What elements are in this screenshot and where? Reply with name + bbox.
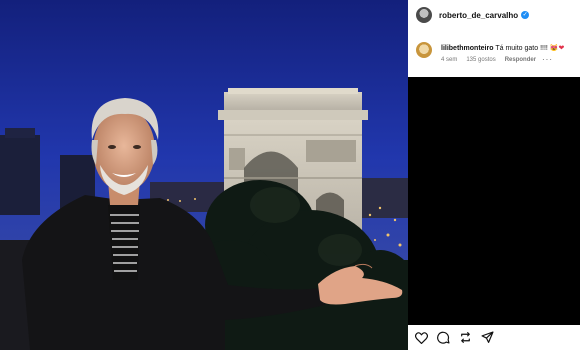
author-avatar[interactable] xyxy=(416,7,432,23)
comment-meta: 4 sem 135 gostos Responder xyxy=(441,57,536,63)
post-info-area: roberto_de_carvalho ✓ lilibethmonteiro T… xyxy=(408,0,580,77)
heart-icon[interactable] xyxy=(414,331,428,345)
comment-text-line: lilibethmonteiro Tá muito gato !!!! 😻❤ xyxy=(441,44,564,52)
share-icon[interactable] xyxy=(458,331,472,345)
commenter-avatar[interactable] xyxy=(416,42,432,58)
reply-button[interactable]: Responder xyxy=(505,57,536,63)
comment-body: Tá muito gato !!!! xyxy=(495,45,548,52)
comment-emoji: 😻❤ xyxy=(549,45,565,52)
comment-icon[interactable] xyxy=(436,331,450,345)
post-actions-bar xyxy=(408,325,580,350)
author-username[interactable]: roberto_de_carvalho xyxy=(439,11,518,20)
post-side-panel: roberto_de_carvalho ✓ lilibethmonteiro T… xyxy=(408,0,580,350)
comment-likes[interactable]: 135 gostos xyxy=(466,57,495,63)
more-options-icon[interactable]: ··· xyxy=(542,55,553,64)
post-header: roberto_de_carvalho ✓ xyxy=(408,0,580,30)
comment-item: lilibethmonteiro Tá muito gato !!!! 😻❤ 4… xyxy=(408,38,580,68)
photo-scene xyxy=(0,0,408,350)
comment-time: 4 sem xyxy=(441,57,458,63)
post-photo xyxy=(0,0,408,350)
verified-badge-icon: ✓ xyxy=(521,11,530,19)
commenter-username[interactable]: lilibethmonteiro xyxy=(441,45,494,52)
send-icon[interactable] xyxy=(480,331,494,345)
